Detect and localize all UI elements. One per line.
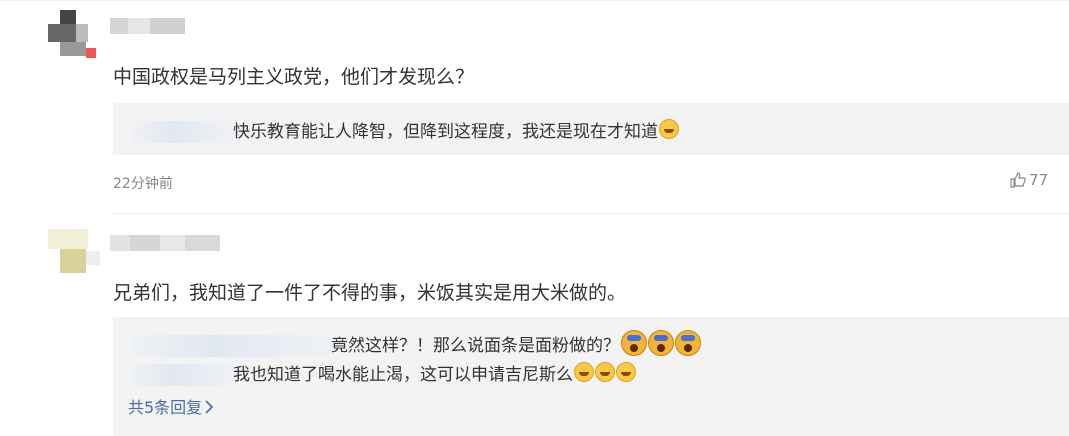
- shocked-emoji-icon: [621, 330, 647, 356]
- like-count: 77: [1029, 171, 1049, 189]
- more-replies-link[interactable]: 共5条回复: [128, 394, 214, 418]
- timestamp: 22分钟前: [113, 176, 173, 192]
- grin-emoji-icon: [574, 362, 594, 382]
- grin-emoji-icon: [616, 362, 636, 382]
- shocked-emoji-icon: [675, 330, 701, 356]
- reply-item: 快乐教育能让人降智，但降到这程度，我还是现在才知道: [133, 117, 679, 143]
- reply-item: 我也知道了喝水能止渴，这可以申请吉尼斯么: [133, 360, 636, 386]
- thumbs-up-icon: [1010, 172, 1026, 188]
- avatar[interactable]: [46, 229, 102, 285]
- chevron-right-icon: [205, 400, 214, 414]
- reply-box: 快乐教育能让人降智，但降到这程度，我还是现在才知道: [113, 103, 1069, 155]
- reply-text: 竟然这样？！那么说面条是面粉做的？: [331, 336, 620, 356]
- comment-text: 兄弟们，我知道了一件了不得的事，米饭其实是用大米做的。: [113, 282, 627, 304]
- grin-emoji-icon: [659, 119, 679, 139]
- reply-username[interactable]: [133, 121, 233, 143]
- reply-text: 快乐教育能让人降智，但降到这程度，我还是现在才知道: [233, 122, 658, 142]
- like-button[interactable]: 77: [1010, 171, 1048, 189]
- grin-emoji-icon: [595, 362, 615, 382]
- comment-text: 中国政权是马列主义政党，他们才发现么？: [113, 66, 475, 88]
- reply-username[interactable]: [133, 364, 233, 386]
- username[interactable]: [110, 18, 185, 34]
- avatar[interactable]: [46, 10, 102, 66]
- reply-text: 我也知道了喝水能止渴，这可以申请吉尼斯么: [233, 365, 573, 385]
- username[interactable]: [110, 235, 220, 251]
- comment-item: 兄弟们，我知道了一件了不得的事，米饭其实是用大米做的。 竟然这样？！那么说面条是…: [0, 215, 1069, 436]
- comment-item: 中国政权是马列主义政党，他们才发现么？ 快乐教育能让人降智，但降到这程度，我还是…: [0, 0, 1069, 215]
- comment-divider: [113, 213, 1069, 214]
- reply-item: 竟然这样？！那么说面条是面粉做的？: [133, 330, 701, 357]
- reply-box: 竟然这样？！那么说面条是面粉做的？ 我也知道了喝水能止渴，这可以申请吉尼斯么 共…: [113, 317, 1069, 436]
- more-replies-label: 共5条回复: [128, 398, 203, 417]
- shocked-emoji-icon: [648, 330, 674, 356]
- reply-username[interactable]: [133, 335, 331, 357]
